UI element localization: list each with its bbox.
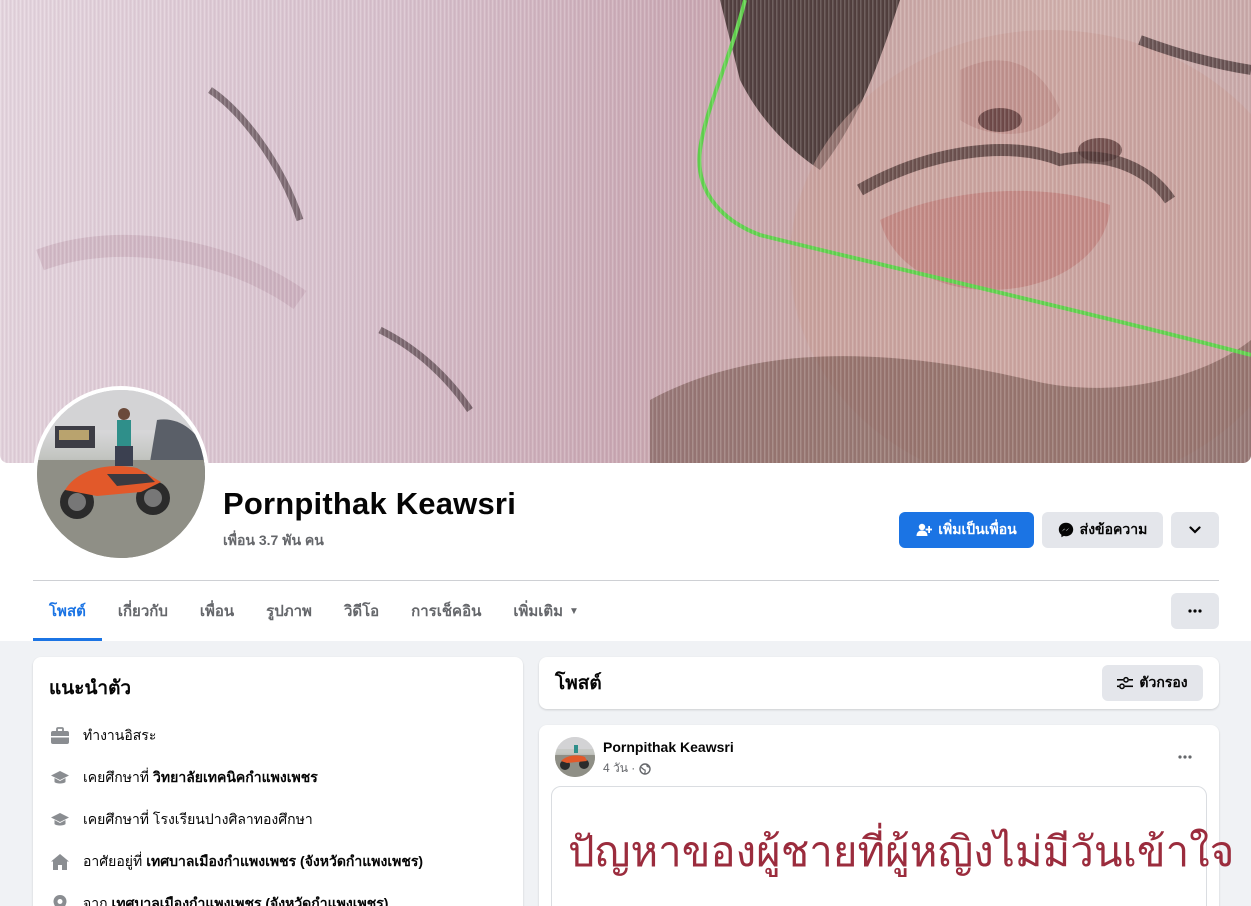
profile-avatar[interactable] <box>33 386 209 562</box>
intro-item-from: จาก เทศบาลเมืองกำแพงเพชร (จังหวัดกำแพงเพ… <box>49 883 507 906</box>
tab-photos-label: รูปภาพ <box>266 603 312 620</box>
post-image[interactable]: ปัญหาของผู้ชายที่ผู้หญิงไม่มีวันเข้าใจ <box>551 786 1234 906</box>
message-label: ส่งข้อความ <box>1079 521 1148 537</box>
profile-header: Pornpithak Keawsri เพื่อน 3.7 พัน คน เพิ… <box>0 0 1251 641</box>
briefcase-icon <box>49 725 71 747</box>
filter-sliders-icon <box>1117 676 1134 690</box>
friends-count[interactable]: เพื่อน 3.7 พัน คน <box>223 530 324 552</box>
posts-title: โพสต์ <box>555 673 602 694</box>
home-icon <box>49 851 71 873</box>
tab-more-label: เพิ่มเติม <box>513 603 564 620</box>
tab-checkins-label: การเช็คอิน <box>411 603 482 620</box>
tab-posts[interactable]: โพสต์ <box>33 581 102 641</box>
intro-education-college-link[interactable]: วิทยาลัยเทคนิคกำแพงเพชร <box>153 767 318 789</box>
intro-item-education-college: เคยศึกษาที่ วิทยาลัยเทคนิคกำแพงเพชร <box>49 757 507 799</box>
tab-about[interactable]: เกี่ยวกับ <box>102 581 184 641</box>
intro-from-prefix: จาก <box>83 895 108 906</box>
intro-work-text: ทำงานอิสระ <box>83 727 157 743</box>
graduation-cap-icon <box>49 809 71 831</box>
add-person-icon <box>916 523 933 536</box>
cover-photo[interactable] <box>0 0 1251 463</box>
caret-down-icon: ▼ <box>569 605 579 617</box>
filter-button[interactable]: ตัวกรอง <box>1102 665 1203 701</box>
filter-label: ตัวกรอง <box>1139 674 1188 690</box>
message-button[interactable]: ส่งข้อความ <box>1042 512 1163 548</box>
location-pin-icon <box>49 893 71 906</box>
tab-videos[interactable]: วิดีโอ <box>328 581 395 641</box>
intro-title: แนะนำตัว <box>49 678 132 699</box>
post-author-name[interactable]: Pornpithak Keawsri <box>603 739 734 755</box>
intro-card: แนะนำตัว ทำงานอิสระ เคยศึกษาที่ วิทยาลัย… <box>33 657 523 906</box>
chevron-down-icon <box>1189 526 1201 534</box>
post-card: Pornpithak Keawsri 4 วัน · ปัญหาของผู้ชา… <box>539 725 1234 906</box>
tab-friends[interactable]: เพื่อน <box>184 581 250 641</box>
profile-tabs: โพสต์ เกี่ยวกับ เพื่อน รูปภาพ วิดีโอ การ… <box>33 581 595 641</box>
tab-checkins[interactable]: การเช็คอิน <box>395 581 497 641</box>
more-dots-icon <box>1188 609 1202 613</box>
graduation-cap-icon <box>49 767 71 789</box>
tab-friends-label: เพื่อน <box>199 603 235 620</box>
more-actions-button[interactable] <box>1171 512 1219 548</box>
more-dots-icon <box>1178 755 1192 759</box>
add-friend-label: เพิ่มเป็นเพื่อน <box>938 521 1017 537</box>
profile-options-button[interactable] <box>1171 593 1219 629</box>
tab-about-label: เกี่ยวกับ <box>117 603 168 620</box>
globe-icon <box>639 762 651 775</box>
intro-education-college-prefix: เคยศึกษาที่ <box>83 769 150 785</box>
intro-item-work: ทำงานอิสระ <box>49 715 507 757</box>
tab-more[interactable]: เพิ่มเติม ▼ <box>497 581 595 641</box>
intro-lives-in-prefix: อาศัยอยู่ที่ <box>83 853 143 869</box>
intro-item-education-school: เคยศึกษาที่ โรงเรียนปางศิลาทองศึกษา <box>49 799 507 841</box>
post-options-button[interactable] <box>1167 739 1203 775</box>
intro-from-link[interactable]: เทศบาลเมืองกำแพงเพชร (จังหวัดกำแพงเพชร) <box>112 893 389 906</box>
tab-videos-label: วิดีโอ <box>343 603 380 620</box>
intro-lives-in-link[interactable]: เทศบาลเมืองกำแพงเพชร (จังหวัดกำแพงเพชร) <box>146 851 423 873</box>
messenger-icon <box>1058 522 1073 538</box>
post-meta: 4 วัน · <box>603 759 651 778</box>
tab-photos[interactable]: รูปภาพ <box>250 581 328 641</box>
posts-header-card: โพสต์ ตัวกรอง <box>539 657 1219 709</box>
post-author-avatar[interactable] <box>555 737 595 777</box>
post-image-text: ปัญหาของผู้ชายที่ผู้หญิงไม่มีวันเข้าใจ <box>568 827 1235 876</box>
avatar-photo <box>37 390 205 558</box>
intro-education-school-text: เคยศึกษาที่ โรงเรียนปางศิลาทองศึกษา <box>83 811 313 827</box>
post-avatar-photo <box>555 737 595 777</box>
intro-item-lives-in: อาศัยอยู่ที่ เทศบาลเมืองกำแพงเพชร (จังหว… <box>49 841 507 883</box>
post-timestamp[interactable]: 4 วัน · <box>603 759 635 778</box>
add-friend-button[interactable]: เพิ่มเป็นเพื่อน <box>899 512 1034 548</box>
profile-name: Pornpithak Keawsri <box>223 486 517 521</box>
tab-posts-label: โพสต์ <box>49 603 86 620</box>
